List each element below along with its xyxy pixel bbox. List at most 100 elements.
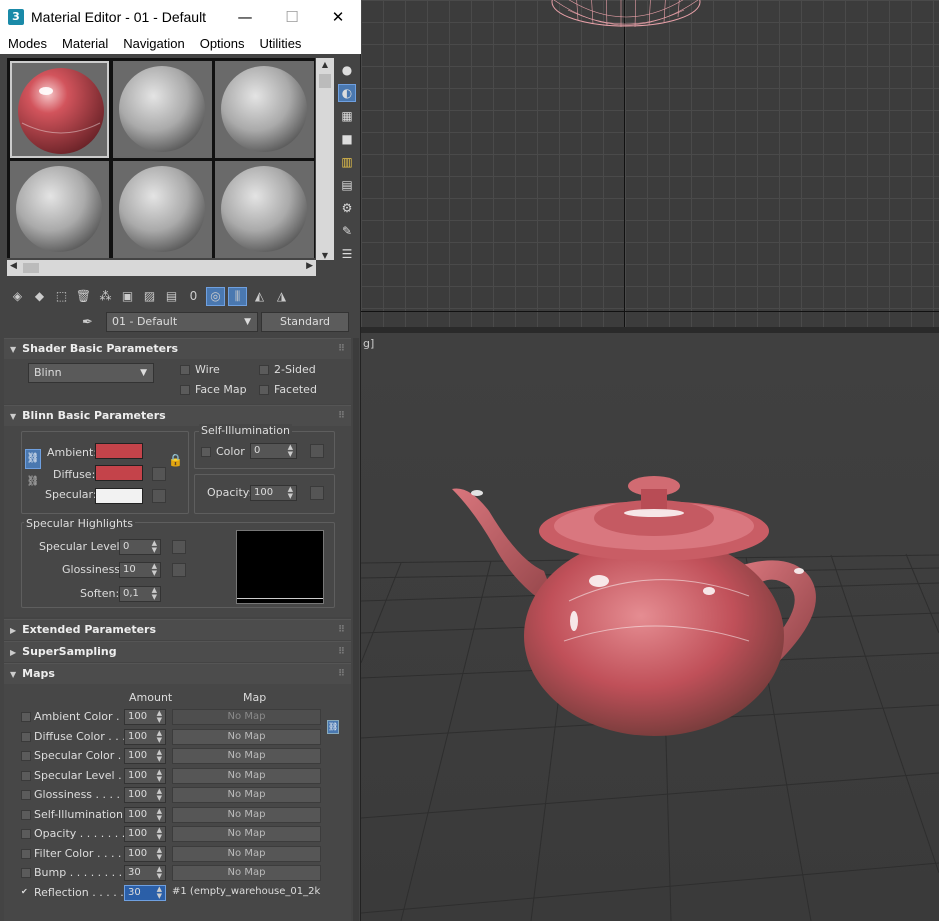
sample-slot-3[interactable] — [215, 61, 314, 158]
map-amount-spinner[interactable]: 30 ▲ ▼ — [124, 884, 166, 901]
sample-slot-1[interactable] — [10, 61, 109, 158]
map-amount-spinner[interactable]: 100 ▲ ▼ — [124, 748, 166, 764]
show-shaded-material-icon[interactable]: ◎ — [206, 286, 225, 306]
reset-map-icon[interactable]: 🗑 — [74, 287, 93, 306]
menu-options[interactable]: Options — [192, 34, 252, 54]
map-enable-checkbox[interactable]: ✔ — [21, 887, 31, 898]
diffuse-map-button[interactable] — [152, 467, 166, 481]
spinner-arrows-icon[interactable]: ▲ ▼ — [152, 587, 157, 601]
map-enable-checkbox[interactable] — [21, 751, 31, 761]
scroll-left-icon[interactable]: ◀ — [10, 261, 17, 271]
map-enable-checkbox[interactable] — [21, 712, 31, 722]
material-map-navigator-icon[interactable]: ☰ — [338, 245, 356, 263]
video-color-check-icon[interactable]: ▥ — [338, 153, 356, 171]
spinner-arrows-icon[interactable]: ▲ ▼ — [157, 846, 162, 861]
opacity-map-button[interactable] — [310, 486, 324, 500]
map-amount-spinner[interactable]: 100 ▲ ▼ — [124, 845, 166, 862]
self-illum-color-checkbox[interactable]: Color — [201, 445, 245, 458]
drag-handle-icon[interactable]: ⠿ — [338, 642, 345, 662]
map-amount-spinner[interactable]: 100 ▲ ▼ — [124, 767, 166, 784]
map-enable-checkbox[interactable] — [21, 829, 31, 839]
spinner-arrows-icon[interactable]: ▲ ▼ — [157, 827, 162, 841]
map-amount-spinner[interactable]: 100 ▲ ▼ — [124, 787, 166, 803]
lock-diffuse-specular-icon[interactable]: ⛓ — [25, 476, 41, 492]
panel-scrollbar[interactable] — [353, 338, 359, 921]
drag-handle-icon[interactable]: ⠿ — [338, 406, 345, 426]
specular-level-map-button[interactable] — [172, 540, 186, 554]
specular-color-swatch[interactable] — [95, 488, 143, 504]
specular-map-button[interactable] — [152, 489, 166, 503]
spinner-arrows-icon[interactable]: ▲ ▼ — [157, 866, 162, 880]
self-illum-spinner[interactable]: 0 ▲ ▼ — [250, 443, 297, 459]
material-type-button[interactable]: Standard — [261, 312, 349, 332]
map-slot-button[interactable]: No Map — [172, 728, 321, 745]
map-slot-button[interactable]: No Map — [172, 787, 321, 803]
map-slot-button[interactable]: No Map — [172, 806, 321, 823]
map-amount-spinner[interactable]: 100 ▲ ▼ — [124, 806, 166, 823]
spinner-arrows-icon[interactable]: ▲ ▼ — [152, 563, 157, 577]
menu-material[interactable]: Material — [54, 34, 115, 54]
backlight-icon[interactable]: ◐ — [338, 84, 356, 102]
spinner-arrows-icon[interactable]: ▲ ▼ — [157, 788, 162, 802]
go-forward-sibling-icon[interactable]: ◮ — [272, 287, 291, 306]
sample-type-sphere-icon[interactable]: ● — [338, 61, 356, 79]
drag-handle-icon[interactable]: ⠿ — [338, 339, 345, 359]
glossiness-spinner[interactable]: 10 ▲ ▼ — [119, 562, 161, 578]
sample-slot-4[interactable] — [10, 161, 109, 258]
sample-slot-5[interactable] — [113, 161, 212, 258]
rollout-header-supersampling[interactable]: ▶ SuperSampling ⠿ — [4, 642, 351, 662]
select-by-material-icon[interactable]: ✎ — [338, 222, 356, 240]
face-map-checkbox[interactable]: Face Map — [180, 383, 247, 396]
scroll-thumb-h[interactable] — [23, 263, 39, 273]
spinner-arrows-icon[interactable]: ▲ ▼ — [152, 540, 157, 554]
sample-scrollbar-horizontal[interactable]: ◀ ▶ — [7, 260, 316, 276]
drag-handle-icon[interactable]: ⠿ — [338, 664, 345, 684]
map-slot-button[interactable]: No Map — [172, 845, 321, 862]
effects-channel-icon[interactable]: 0 — [184, 287, 203, 306]
go-to-parent-icon[interactable]: ◭ — [250, 287, 269, 306]
close-button[interactable]: ✕ — [315, 0, 361, 34]
map-enable-checkbox[interactable] — [21, 731, 31, 742]
options-icon[interactable]: ⚙ — [338, 199, 356, 217]
save-icon[interactable]: ▤ — [162, 287, 181, 306]
scroll-down-icon[interactable]: ▼ — [316, 251, 334, 260]
map-slot-button[interactable]: No Map — [172, 865, 321, 881]
menu-modes[interactable]: Modes — [0, 34, 54, 54]
diffuse-color-swatch[interactable] — [95, 465, 143, 481]
spinner-arrows-icon[interactable]: ▲ ▼ — [157, 710, 162, 724]
spinner-arrows-icon[interactable]: ▲ ▼ — [157, 885, 162, 900]
material-id-channel-icon[interactable]: ▨ — [140, 287, 159, 306]
put-material-to-scene-icon[interactable]: ◆ — [30, 287, 49, 306]
map-slot-button[interactable]: No Map — [172, 748, 321, 764]
maximize-button[interactable]: ☐ — [269, 0, 315, 34]
perspective-viewport[interactable]: g] — [361, 333, 939, 921]
spinner-arrows-icon[interactable]: ▲ ▼ — [288, 486, 293, 500]
wire-checkbox[interactable]: Wire — [180, 363, 220, 376]
map-slot-button[interactable]: No Map — [172, 767, 321, 784]
two-sided-checkbox[interactable]: 2-Sided — [259, 363, 316, 376]
map-slot-button[interactable]: No Map — [172, 826, 321, 842]
scroll-right-icon[interactable]: ▶ — [306, 261, 313, 271]
sample-uv-tiling-icon[interactable]: ■ — [338, 130, 356, 148]
map-enable-checkbox[interactable] — [21, 790, 31, 800]
opacity-spinner[interactable]: 100 ▲ ▼ — [250, 485, 297, 501]
scroll-up-icon[interactable]: ▲ — [316, 58, 334, 72]
menu-utilities[interactable]: Utilities — [252, 34, 309, 54]
spinner-arrows-icon[interactable]: ▲ ▼ — [157, 768, 162, 783]
ambient-color-swatch[interactable] — [95, 443, 143, 459]
lock-icon[interactable]: 🔒 — [168, 453, 183, 467]
rollout-header-blinn[interactable]: ▼ Blinn Basic Parameters ⠿ — [4, 406, 351, 426]
self-illum-map-button[interactable] — [310, 444, 324, 458]
sample-slot-6[interactable] — [215, 161, 314, 258]
assign-material-icon[interactable]: ⬚ — [52, 287, 71, 306]
eyedropper-icon[interactable]: ✒ — [82, 315, 93, 330]
title-bar[interactable]: 3 Material Editor - 01 - Default — ☐ ✕ — [0, 0, 361, 34]
make-preview-icon[interactable]: ▤ — [338, 176, 356, 194]
faceted-checkbox[interactable]: Faceted — [259, 383, 317, 396]
show-end-result-icon[interactable]: ⫼ — [228, 286, 247, 306]
map-enable-checkbox[interactable] — [21, 770, 31, 781]
map-amount-spinner[interactable]: 100 ▲ ▼ — [124, 709, 166, 725]
get-material-icon[interactable]: ◈ — [8, 287, 27, 306]
top-viewport[interactable] — [361, 0, 939, 327]
lock-ambient-diffuse-icon[interactable]: ⛓ — [25, 449, 41, 469]
